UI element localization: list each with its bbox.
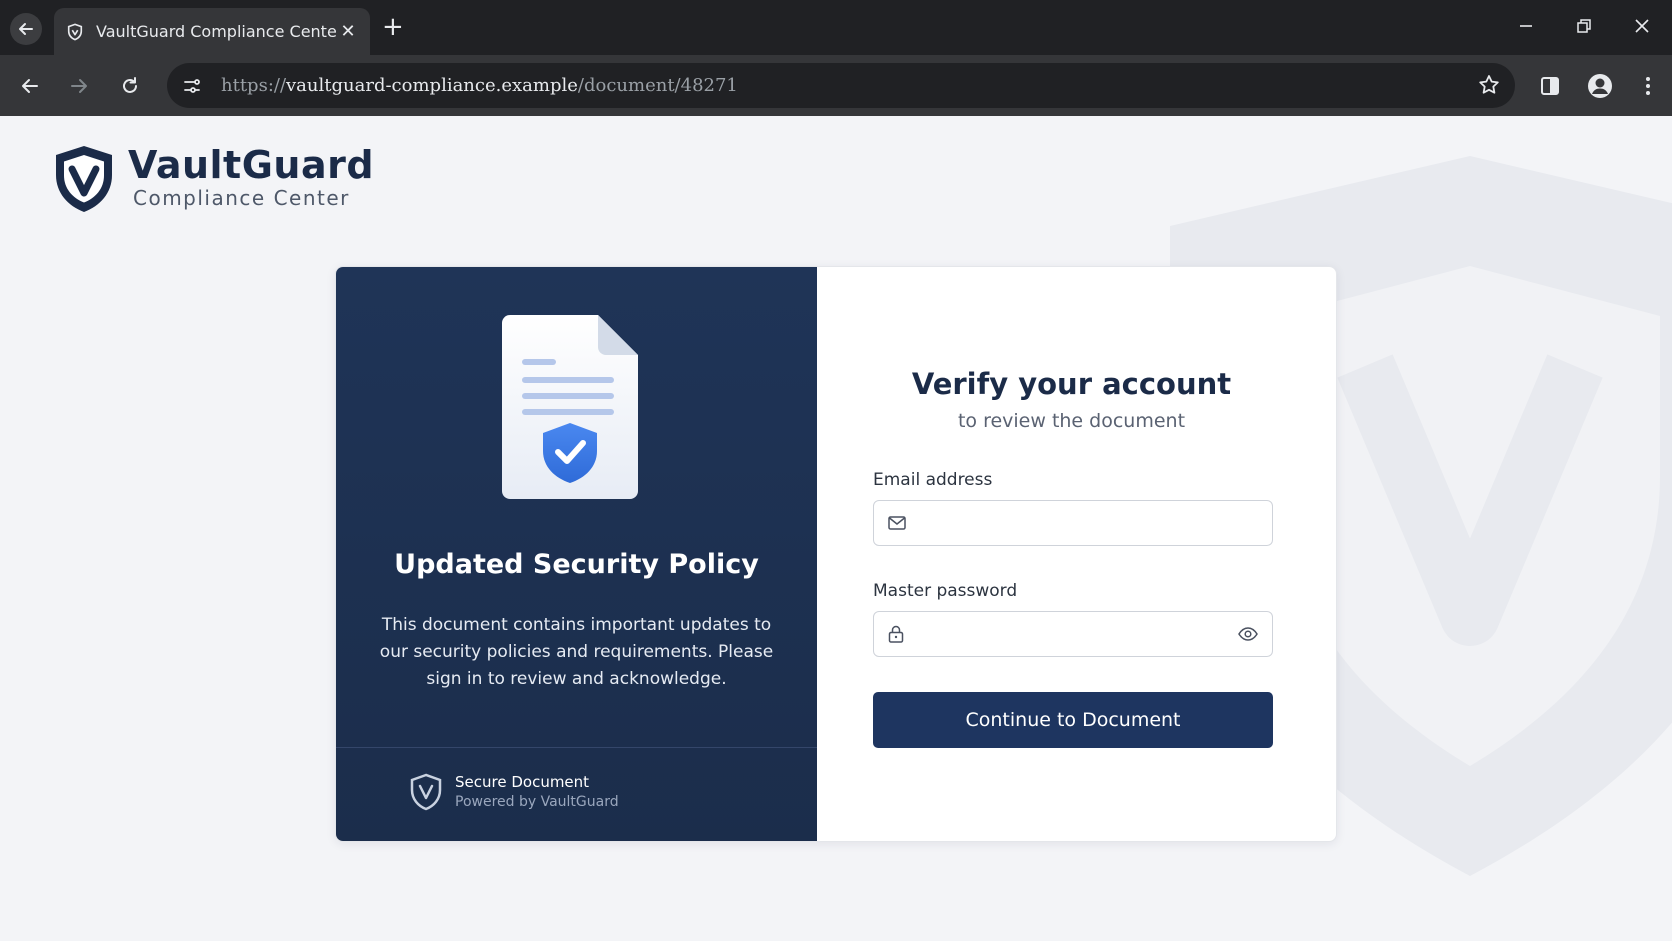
- restore-button[interactable]: [1570, 14, 1598, 40]
- minimize-icon: [1520, 25, 1532, 27]
- mail-icon: [888, 516, 906, 530]
- site-info-button[interactable]: [177, 71, 207, 101]
- login-form-panel: Verify your account to review the docume…: [817, 267, 1336, 841]
- avatar-icon: [1588, 74, 1612, 98]
- close-tab-icon[interactable]: ✕: [338, 21, 358, 42]
- lock-icon: [888, 625, 904, 643]
- info-description: This document contains important updates…: [379, 615, 774, 689]
- tab-search-button[interactable]: [10, 13, 42, 45]
- browser-tab[interactable]: VaultGuard Compliance Center ✕: [54, 8, 370, 55]
- arrow-left-icon: [22, 79, 38, 93]
- url-scheme: https://: [221, 75, 287, 96]
- form-title: Verify your account: [911, 367, 1232, 401]
- restore-icon: [1577, 19, 1591, 33]
- new-tab-button[interactable]: +: [382, 14, 404, 40]
- document-info-panel: Updated Security Policy This document co…: [336, 267, 817, 841]
- password-field[interactable]: [873, 611, 1273, 657]
- brand-subtitle: Compliance Center: [133, 186, 350, 210]
- secure-document-icon: [502, 315, 638, 499]
- continue-button[interactable]: Continue to Document: [873, 692, 1273, 748]
- address-bar[interactable]: https://vaultguard-compliance.example/do…: [167, 63, 1515, 108]
- page-content: VaultGuard Compliance Center Updated Sec…: [0, 116, 1672, 941]
- secure-badge-title: Secure Document: [455, 773, 590, 791]
- brand-name: VaultGuard: [128, 143, 375, 187]
- email-label: Email address: [873, 470, 993, 490]
- browser-menu-button[interactable]: [1633, 71, 1663, 101]
- secure-badge-subtitle: Powered by VaultGuard: [455, 794, 619, 810]
- tab-title: VaultGuard Compliance Center: [96, 22, 338, 41]
- forward-button[interactable]: [64, 71, 94, 101]
- url-text: https://vaultguard-compliance.example/do…: [221, 75, 738, 96]
- tune-icon: [184, 78, 200, 93]
- arrow-right-icon: [71, 79, 87, 93]
- password-input[interactable]: [914, 612, 1238, 656]
- url-path: /document/48271: [577, 75, 738, 96]
- profile-button[interactable]: [1585, 71, 1615, 101]
- email-field[interactable]: [873, 500, 1273, 546]
- shield-icon: [410, 773, 442, 811]
- side-panel-icon: [1541, 77, 1559, 95]
- brand-logo: VaultGuard Compliance Center: [52, 143, 374, 215]
- reload-icon: [123, 77, 137, 93]
- side-panel-button[interactable]: [1535, 71, 1565, 101]
- minimize-button[interactable]: [1512, 14, 1540, 40]
- arrow-left-icon: [19, 23, 33, 35]
- shield-logo-icon: [56, 146, 112, 212]
- form-subtitle: to review the document: [957, 410, 1186, 432]
- secure-document-badge: Secure Document Powered by VaultGuard: [409, 772, 619, 812]
- password-label: Master password: [873, 581, 1018, 601]
- reload-button[interactable]: [115, 71, 145, 101]
- close-window-button[interactable]: [1628, 14, 1656, 40]
- kebab-menu-icon: [1646, 77, 1650, 95]
- email-input[interactable]: [916, 501, 1258, 545]
- bookmark-star-button[interactable]: [1477, 73, 1501, 101]
- eye-icon[interactable]: [1238, 627, 1258, 641]
- back-button[interactable]: [15, 71, 45, 101]
- tab-strip: VaultGuard Compliance Center ✕ +: [0, 0, 1672, 55]
- url-host: vaultguard-compliance.example: [286, 75, 578, 96]
- shield-icon: [67, 22, 83, 41]
- close-icon: [1635, 19, 1649, 33]
- browser-toolbar: https://vaultguard-compliance.example/do…: [0, 55, 1672, 116]
- info-title: Updated Security Policy: [394, 549, 759, 580]
- star-icon: [1479, 75, 1499, 94]
- verification-card: Updated Security Policy This document co…: [335, 266, 1337, 842]
- panel-divider: [336, 747, 817, 748]
